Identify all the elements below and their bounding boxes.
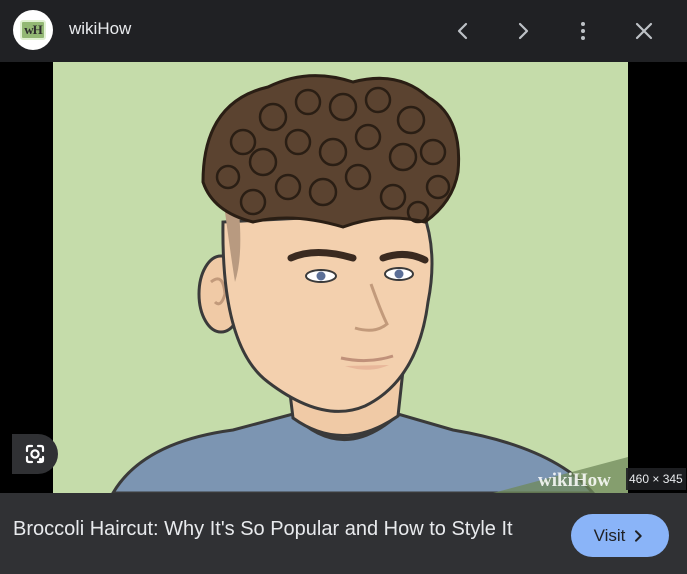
visit-button-label: Visit [593, 525, 626, 545]
lens-icon [25, 444, 45, 464]
chevron-right-icon [635, 529, 643, 542]
image-dimensions: 460 × 345 [626, 468, 686, 490]
chevron-left-icon [457, 22, 468, 40]
svg-text:wikiHow: wikiHow [538, 470, 611, 491]
more-vertical-icon [581, 22, 585, 40]
top-bar: wH wikiHow [0, 0, 687, 62]
visit-button[interactable]: Visit [571, 514, 669, 557]
next-button[interactable] [505, 13, 541, 49]
chevron-right-icon [518, 22, 529, 40]
image-viewer: wikiHow 460 × 345 [0, 62, 687, 493]
more-options-button[interactable] [565, 13, 601, 49]
site-logo[interactable]: wH [13, 10, 53, 50]
preview-image[interactable]: wikiHow [53, 62, 628, 493]
result-title-link[interactable]: Broccoli Haircut: Why It's So Popular an… [13, 515, 563, 543]
site-name[interactable]: wikiHow [69, 19, 131, 39]
close-button[interactable] [626, 13, 662, 49]
google-lens-button[interactable] [12, 434, 58, 474]
caption-bar: Broccoli Haircut: Why It's So Popular an… [0, 493, 687, 574]
previous-button[interactable] [445, 13, 481, 49]
close-icon [635, 22, 653, 40]
wikihow-logo-icon: wH [20, 20, 46, 40]
illustration-curly-haircut: wikiHow [53, 62, 628, 493]
